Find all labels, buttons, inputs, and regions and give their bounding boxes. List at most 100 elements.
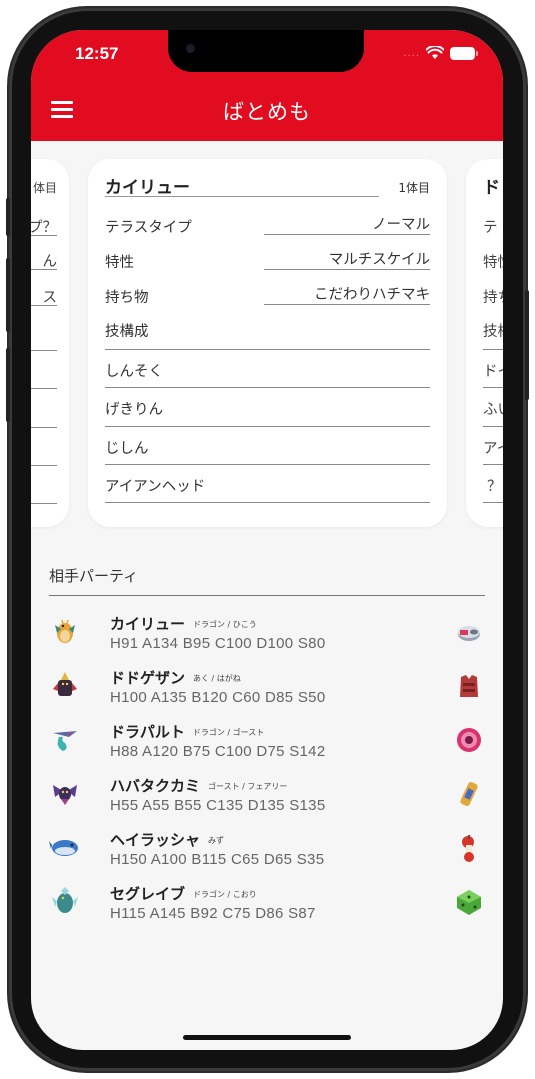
ability-value[interactable]: マルチスケイル bbox=[329, 248, 430, 269]
loaded-dice-icon bbox=[457, 890, 481, 915]
opponent-row[interactable]: ドドゲザン あく / はがね H100 A135 B120 C60 D85 S50 bbox=[31, 669, 503, 723]
divider bbox=[105, 464, 430, 465]
opponent-name-line: ヘイラッシャ みず bbox=[110, 829, 224, 850]
divider bbox=[105, 349, 430, 350]
divider bbox=[31, 269, 57, 270]
opponent-types: あく / はがね bbox=[193, 674, 241, 683]
app-title: ばとめも bbox=[223, 100, 311, 124]
divider bbox=[264, 304, 430, 305]
divider bbox=[264, 234, 430, 235]
pokemon-card-previous[interactable]: 体目 プ？ ん ス bbox=[31, 159, 69, 527]
opponent-types: ドラゴン / こおり bbox=[193, 890, 257, 899]
battery-icon bbox=[450, 46, 478, 60]
opponent-row[interactable]: ドラパルト ドラゴン / ゴースト H88 A120 B75 C100 D75 S… bbox=[31, 723, 503, 777]
dragonite-icon bbox=[55, 619, 75, 643]
divider bbox=[31, 503, 57, 504]
opponent-party-title: 相手パーティ bbox=[49, 567, 139, 585]
volume-down-button bbox=[6, 348, 10, 422]
flutter-mane-icon bbox=[53, 785, 77, 805]
ability-label: 特性 bbox=[483, 255, 503, 271]
divider bbox=[31, 388, 57, 389]
divider bbox=[49, 595, 485, 596]
opponent-stats: H88 A120 B75 C100 D75 S142 bbox=[110, 743, 326, 760]
opponent-stats: H55 A55 B55 C135 D135 S135 bbox=[110, 797, 326, 814]
divider bbox=[483, 349, 503, 350]
opponent-types: ゴースト / フェアリー bbox=[208, 782, 288, 791]
opponent-name-line: ハバタクカミ ゴースト / フェアリー bbox=[110, 775, 287, 796]
opponent-row[interactable]: セグレイブ ドラゴン / こおり H115 A145 B92 C75 D86 S8… bbox=[31, 885, 503, 939]
booster-energy-icon bbox=[460, 781, 478, 807]
divider bbox=[264, 269, 430, 270]
app-bar: 12:57 .... ばとめも bbox=[31, 30, 503, 141]
card-index: 体目 bbox=[32, 181, 57, 195]
divider bbox=[105, 387, 430, 388]
move-3[interactable]: じしん bbox=[105, 437, 149, 458]
tera-type-label: テラスタイプ bbox=[105, 220, 192, 236]
home-indicator[interactable] bbox=[183, 1035, 351, 1040]
life-orb-icon bbox=[457, 728, 481, 752]
opponent-name: ドラパルト bbox=[110, 723, 185, 741]
opponent-name: セグレイブ bbox=[110, 885, 186, 903]
opponent-row[interactable]: ハバタクカミ ゴースト / フェアリー H55 A55 B55 C135 D135… bbox=[31, 777, 503, 831]
ability-label: 特性 bbox=[105, 255, 134, 271]
opponent-name: ヘイラッシャ bbox=[110, 831, 201, 849]
tera-type-value[interactable]: ノーマル bbox=[372, 213, 430, 234]
opponent-name: カイリュー bbox=[110, 615, 186, 633]
baxcalibur-icon bbox=[52, 887, 78, 913]
item-label: 持ち物 bbox=[105, 290, 149, 306]
camera bbox=[186, 44, 195, 53]
divider bbox=[483, 426, 503, 427]
kingambit-icon bbox=[53, 672, 77, 696]
leftovers-icon bbox=[462, 835, 474, 862]
move-4[interactable]: アイアンヘッド bbox=[105, 475, 205, 496]
screen: 12:57 .... ばとめも 体目 プ？ ん ス カイリュー 1体目 テラスタ… bbox=[31, 30, 503, 1050]
divider bbox=[483, 464, 503, 465]
move-1: ドイ bbox=[483, 364, 503, 380]
item-label: 持ち bbox=[483, 290, 503, 306]
divider bbox=[31, 235, 57, 236]
pokemon-card-next[interactable]: ド テ 特性 持ち 技構 ドイ ふい アイ ？ bbox=[466, 159, 503, 527]
item-value: ス bbox=[42, 290, 58, 306]
pokemon-name: ド bbox=[483, 178, 500, 198]
opponent-stats: H100 A135 B120 C60 D85 S50 bbox=[110, 689, 326, 706]
pokemon-name[interactable]: カイリュー bbox=[105, 173, 190, 198]
card-index: 1体目 bbox=[398, 181, 430, 195]
opponent-name: ドドゲザン bbox=[110, 669, 186, 687]
divider bbox=[105, 426, 430, 427]
item-value[interactable]: こだわりハチマキ bbox=[314, 283, 430, 304]
mute-switch bbox=[6, 198, 10, 236]
opponent-name-line: セグレイブ ドラゴン / こおり bbox=[110, 883, 257, 904]
ability-value: ん bbox=[42, 254, 58, 270]
opponent-stats: H115 A145 B92 C75 D86 S87 bbox=[110, 905, 316, 922]
volume-up-button bbox=[6, 258, 10, 332]
opponent-row[interactable]: カイリュー ドラゴン / ひこう H91 A134 B95 C100 D100 S… bbox=[31, 615, 503, 669]
status-time: 12:57 bbox=[75, 44, 119, 63]
opponent-row[interactable]: ヘイラッシャ みず H150 A100 B115 C65 D65 S35 bbox=[31, 831, 503, 885]
opponent-name-line: カイリュー ドラゴン / ひこう bbox=[110, 613, 257, 634]
move-1[interactable]: しんそく bbox=[105, 360, 163, 381]
tera-type-label: テ bbox=[483, 220, 498, 236]
move-4: ？ bbox=[487, 479, 502, 495]
moves-label: 技構 bbox=[483, 324, 503, 340]
divider bbox=[31, 427, 57, 428]
move-2[interactable]: げきりん bbox=[105, 398, 163, 419]
notch bbox=[168, 30, 364, 72]
wifi-icon bbox=[426, 46, 444, 59]
tera-value: プ？ bbox=[31, 220, 57, 236]
divider bbox=[105, 196, 379, 197]
moves-label: 技構成 bbox=[105, 324, 149, 340]
side-button bbox=[525, 290, 529, 400]
opponent-name-line: ドドゲザン あく / はがね bbox=[110, 667, 241, 688]
opponent-types: みず bbox=[208, 836, 225, 845]
pokemon-card[interactable]: カイリュー 1体目 テラスタイプ ノーマル 特性 マルチスケイル 持ち物 こだわ… bbox=[88, 159, 447, 527]
opponent-stats: H91 A134 B95 C100 D100 S80 bbox=[110, 635, 326, 652]
opponent-types: ドラゴン / ゴースト bbox=[192, 728, 265, 737]
opponent-types: ドラゴン / ひこう bbox=[193, 620, 257, 629]
opponent-name-line: ドラパルト ドラゴン / ゴースト bbox=[110, 721, 264, 742]
status-icons: .... bbox=[403, 46, 478, 60]
signal-dots: .... bbox=[403, 47, 420, 59]
divider bbox=[483, 502, 503, 503]
dragapult-icon bbox=[53, 731, 77, 751]
assault-vest-icon bbox=[460, 675, 478, 697]
divider bbox=[105, 502, 430, 503]
